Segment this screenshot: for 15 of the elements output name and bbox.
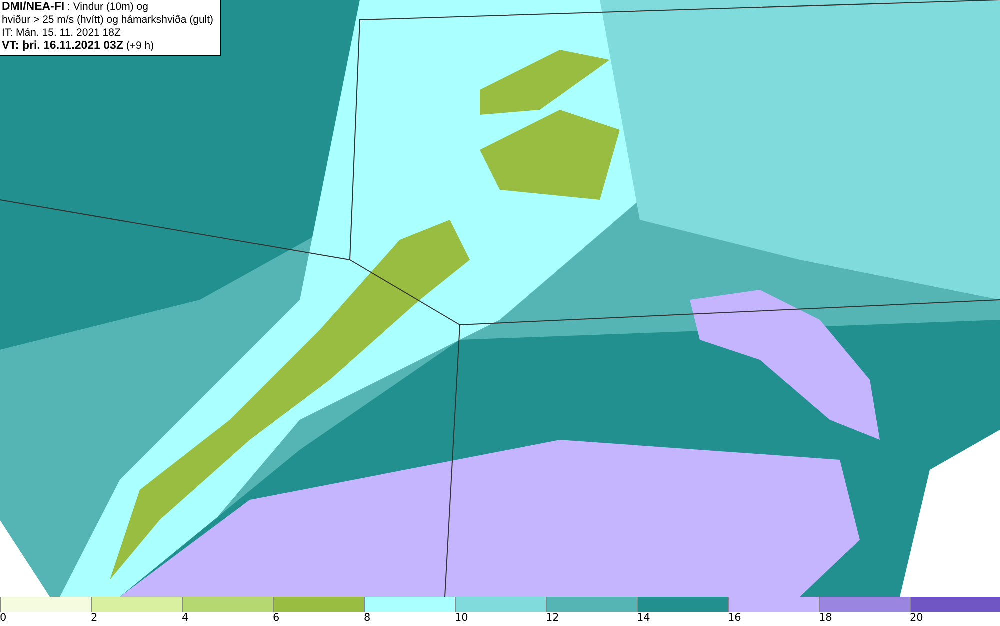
title-text: DMI/NEA-FI : Vindur (10m) og (2, 1, 150, 14)
legend-label: 16 (728, 612, 742, 625)
legend-label: 12 (546, 612, 560, 625)
legend-label: 0 (0, 612, 7, 625)
legend-label: 4 (182, 612, 189, 625)
legend-label: 6 (273, 612, 280, 625)
legend-label: 18 (819, 612, 832, 625)
title-text: IT: Mán. 15. 11. 2021 18Z (2, 27, 122, 40)
legend-label: 14 (637, 612, 650, 625)
title-text: VT: þri. 16.11.2021 03Z (+9 h) (2, 40, 156, 53)
legend-label: 20 (910, 612, 924, 625)
title-text: hviður > 25 m/s (hvítt) og hámarkshviða (gult) (2, 14, 214, 27)
legend-label: 8 (364, 612, 371, 625)
legend-label: 2 (91, 612, 98, 625)
legend-label: 10 (455, 612, 468, 625)
